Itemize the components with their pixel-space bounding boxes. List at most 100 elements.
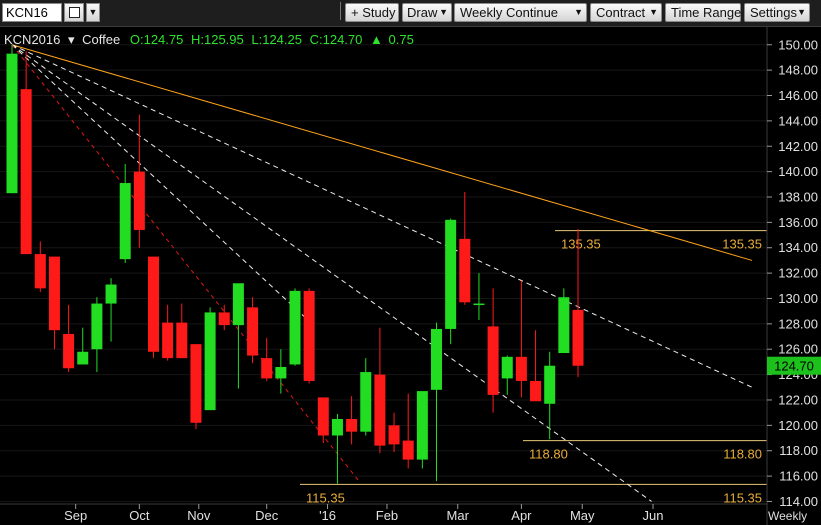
price-tick-label: 136.00 [778, 215, 818, 230]
time-tick-label: Jun [643, 508, 664, 523]
candle-down [63, 304, 75, 373]
time-tick-label: Nov [187, 508, 211, 523]
candle-down [317, 397, 329, 444]
square-icon [69, 7, 80, 18]
price-tick-label: 138.00 [778, 189, 818, 204]
price-tick-label: 142.00 [778, 139, 818, 154]
candle-up [232, 283, 244, 389]
candle-up [416, 391, 428, 469]
candle-body [247, 307, 259, 356]
level-label-right: 115.35 [723, 490, 762, 505]
time-range-button[interactable]: Time Range [665, 3, 741, 22]
candle-up [119, 164, 131, 263]
candle-body [473, 303, 485, 306]
period-axis-label: Weekly [768, 509, 807, 523]
candle-body [346, 419, 358, 432]
candle-up [289, 288, 301, 366]
trend-line-dashed-red [11, 44, 361, 483]
candle-body [445, 219, 457, 329]
candle-body [558, 297, 570, 354]
header-close: C:124.70 [310, 32, 363, 47]
time-axis[interactable]: Sep Oct Nov Dec '16 Feb Mar Apr May Jun [64, 504, 663, 523]
symbol-input[interactable]: KCN16 [2, 3, 62, 22]
candle-down [261, 337, 273, 381]
symbol-dropdown-button[interactable]: ▼ [86, 3, 100, 22]
level-label-right: 135.35 [722, 237, 762, 252]
candle-body [34, 254, 46, 289]
candle-up [275, 349, 287, 394]
time-tick-label: Oct [129, 508, 150, 523]
candle-down [530, 330, 542, 402]
price-tick-label: 120.00 [778, 418, 818, 433]
price-tick-label: 116.00 [779, 469, 818, 484]
candle-body [48, 256, 60, 331]
time-tick-label: May [570, 508, 595, 523]
candle-body [431, 328, 442, 390]
candle-down [346, 396, 358, 445]
candle-body [148, 256, 159, 352]
chevron-down-icon: ▼ [439, 7, 448, 17]
candle-body [232, 283, 244, 326]
settings-label: Settings [750, 5, 797, 20]
price-tick-label: 146.00 [778, 88, 818, 103]
candle-body [218, 312, 230, 326]
header-high: H:125.95 [191, 32, 244, 47]
candle-body [275, 366, 287, 379]
price-chart[interactable]: 135.35 135.35 118.80 118.80 115.35 115.35 114… [0, 27, 821, 525]
candle-up [204, 307, 216, 411]
candle-down [148, 256, 159, 359]
candle-body [303, 290, 315, 381]
price-tick-label: 118.00 [779, 443, 818, 458]
candle-up [431, 322, 442, 482]
price-tick-label: 114.00 [779, 494, 818, 509]
candle-body [374, 374, 386, 446]
header-symbol: KCN2016 [4, 32, 60, 47]
candle-body [515, 356, 527, 381]
candlesticks [6, 44, 584, 484]
candle-down [374, 327, 386, 454]
contract-button[interactable]: Contract ▼ [590, 3, 662, 22]
chevron-down-icon: ▼ [797, 7, 806, 17]
price-tick-label: 128.00 [778, 316, 818, 331]
header-change: 0.75 [389, 32, 414, 47]
candle-body [459, 238, 471, 303]
header-description: Coffee [82, 32, 120, 47]
price-axis[interactable]: 114.00116.00118.00120.00122.00124.00126.… [767, 37, 818, 509]
add-study-button[interactable]: + Study [345, 3, 399, 22]
candle-body [572, 309, 584, 366]
draw-button[interactable]: Draw ▼ [402, 3, 452, 22]
chevron-down-icon: ▼ [88, 7, 98, 17]
candle-body [289, 290, 301, 365]
level-label-right: 118.80 [723, 447, 762, 462]
settings-button[interactable]: Settings ▼ [744, 3, 810, 22]
time-tick-label: Feb [376, 508, 398, 523]
draw-label: Draw [407, 5, 438, 20]
candle-down [133, 114, 145, 248]
candle-up [331, 413, 343, 484]
price-tick-label: 126.00 [778, 342, 818, 357]
price-tick-label: 140.00 [778, 164, 818, 179]
price-tick-label: 148.00 [778, 63, 818, 78]
header-change-arrow-icon: ▲ [370, 32, 383, 47]
candle-body [402, 440, 414, 460]
candle-body [133, 171, 145, 230]
candle-down [303, 288, 315, 384]
price-tick-label: 144.00 [778, 113, 818, 128]
candle-body [77, 351, 89, 365]
candle-body [261, 358, 273, 379]
period-select[interactable]: Weekly Continue ▼ [454, 3, 587, 22]
candle-up [544, 351, 556, 440]
candle-up [91, 297, 103, 373]
time-tick-label: Sep [64, 508, 87, 523]
header-dropdown-icon[interactable]: ▾ [68, 32, 75, 47]
period-label: Weekly Continue [460, 5, 559, 20]
level-label-left: 115.35 [306, 490, 345, 505]
chevron-down-icon: ▼ [574, 7, 583, 17]
compare-checkbox[interactable] [64, 3, 84, 22]
candle-up [105, 278, 117, 342]
candle-down [487, 288, 499, 413]
last-price-tag: 124.70 [767, 356, 821, 375]
candle-body [63, 334, 75, 369]
time-tick-label: Dec [255, 508, 279, 523]
candle-down [162, 304, 174, 361]
